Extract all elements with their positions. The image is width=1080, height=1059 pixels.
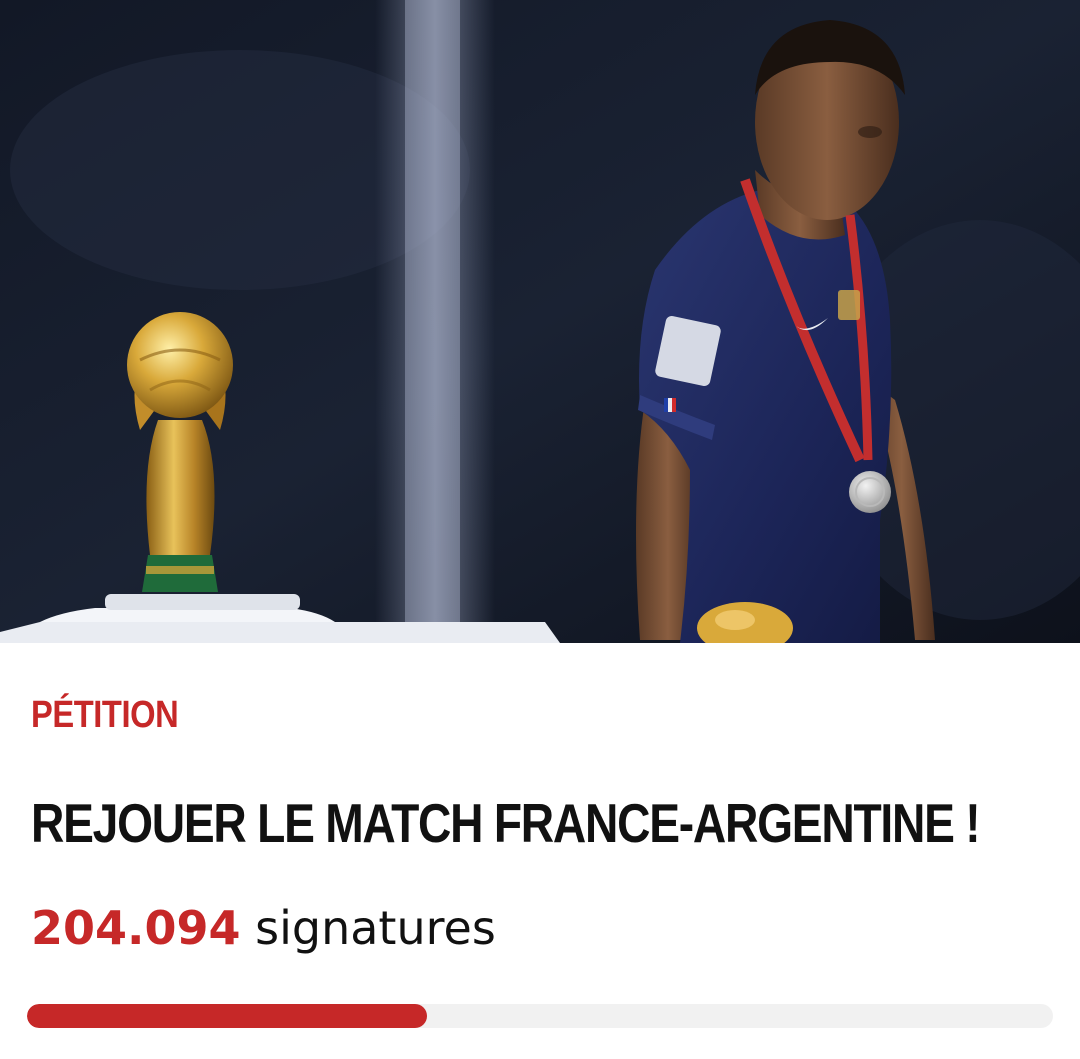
- petition-label: PÉTITION: [31, 694, 179, 736]
- petition-card[interactable]: PÉTITION REJOUER LE MATCH FRANCE-ARGENTI…: [0, 643, 1080, 1059]
- signature-progress-bar: [27, 1004, 1053, 1028]
- signature-counter: 204.094 signatures: [31, 898, 496, 958]
- hero-image: [0, 0, 1080, 643]
- petition-title[interactable]: REJOUER LE MATCH FRANCE-ARGENTINE !: [31, 791, 981, 855]
- hero-photo-illustration: [0, 0, 1080, 643]
- signature-count: 204.094: [31, 901, 241, 955]
- signature-label: signatures: [240, 901, 496, 955]
- signature-progress-fill: [27, 1004, 428, 1028]
